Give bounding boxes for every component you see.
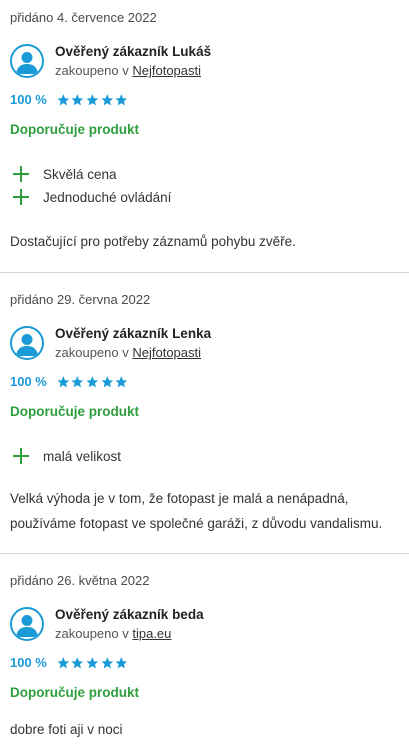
rating-stars <box>56 656 129 670</box>
star-icon <box>71 656 84 668</box>
star-icon <box>86 93 99 105</box>
review: přidáno 29. června 2022 Ověřený zákazník… <box>0 272 409 553</box>
user-avatar-icon <box>10 607 44 641</box>
user-avatar-icon <box>10 44 44 78</box>
star-icon <box>71 375 84 387</box>
star-icon <box>86 375 99 387</box>
bought-prefix: zakoupeno v <box>55 626 129 641</box>
star-icon <box>86 656 99 668</box>
star-icon <box>101 656 113 668</box>
comment-line: Velká výhoda je v tom, že fotopast je ma… <box>10 491 349 506</box>
pro-item: Jednoduché ovládání <box>10 189 171 205</box>
rating-percent: 100 % <box>10 374 47 389</box>
shop-link[interactable]: Nejfotopasti <box>132 63 201 78</box>
pro-item: malá velikost <box>10 448 121 464</box>
review-author: Ověřený zákazník Lukáš zakoupeno v Nejfo… <box>10 42 211 80</box>
pro-item: Skvělá cena <box>10 166 117 182</box>
review: přidáno 26. května 2022 Ověřený zákazník… <box>0 553 409 749</box>
author-name: Ověřený zákazník Lukáš <box>55 44 212 59</box>
star-icon <box>57 375 70 387</box>
plus-icon <box>13 166 29 182</box>
pro-text: malá velikost <box>43 448 122 464</box>
author-name: Ověřený zákazník Lenka <box>55 326 212 341</box>
recommend-label: Doporučuje produkt <box>10 122 139 137</box>
rating-stars <box>56 93 129 107</box>
star-icon <box>57 656 70 668</box>
plus-icon <box>13 448 29 464</box>
star-icon <box>57 93 70 105</box>
review-date: přidáno 26. května 2022 <box>10 573 150 588</box>
star-icon <box>115 656 128 668</box>
bought-at: zakoupeno v Nejfotopasti <box>55 61 211 80</box>
star-icon <box>115 93 128 105</box>
star-icon <box>71 93 84 105</box>
rating: 100 % <box>10 92 129 107</box>
bought-prefix: zakoupeno v <box>55 63 129 78</box>
comment-line: používáme fotopast ve společné garáži, z… <box>10 516 383 531</box>
star-icon <box>101 93 113 105</box>
rating-percent: 100 % <box>10 655 47 670</box>
star-icon <box>115 375 128 387</box>
bought-prefix: zakoupeno v <box>55 345 129 360</box>
review-comment: Velká výhoda je v tom, že fotopast je ma… <box>10 486 382 536</box>
pro-text: Jednoduché ovládání <box>43 189 172 205</box>
shop-link[interactable]: tipa.eu <box>132 626 171 641</box>
recommend-label: Doporučuje produkt <box>10 685 139 700</box>
rating-percent: 100 % <box>10 92 47 107</box>
pro-text: Skvělá cena <box>43 166 117 182</box>
star-icon <box>101 375 113 387</box>
rating: 100 % <box>10 655 129 670</box>
bought-at: zakoupeno v Nejfotopasti <box>55 343 211 362</box>
review-author: Ověřený zákazník beda zakoupeno v tipa.e… <box>10 605 204 643</box>
recommend-label: Doporučuje produkt <box>10 404 139 419</box>
review: přidáno 4. července 2022 Ověřený zákazní… <box>0 0 409 272</box>
review-author: Ověřený zákazník Lenka zakoupeno v Nejfo… <box>10 324 211 362</box>
review-date: přidáno 29. června 2022 <box>10 292 151 307</box>
bought-at: zakoupeno v tipa.eu <box>55 624 204 643</box>
author-name: Ověřený zákazník beda <box>55 607 204 622</box>
shop-link[interactable]: Nejfotopasti <box>132 345 201 360</box>
rating: 100 % <box>10 374 129 389</box>
plus-icon <box>13 189 29 205</box>
rating-stars <box>56 375 129 389</box>
user-avatar-icon <box>10 326 44 360</box>
review-comment: dobre foti aji v noci <box>10 722 123 737</box>
review-comment: Dostačující pro potřeby záznamů pohybu z… <box>10 234 296 249</box>
review-date: přidáno 4. července 2022 <box>10 10 157 25</box>
